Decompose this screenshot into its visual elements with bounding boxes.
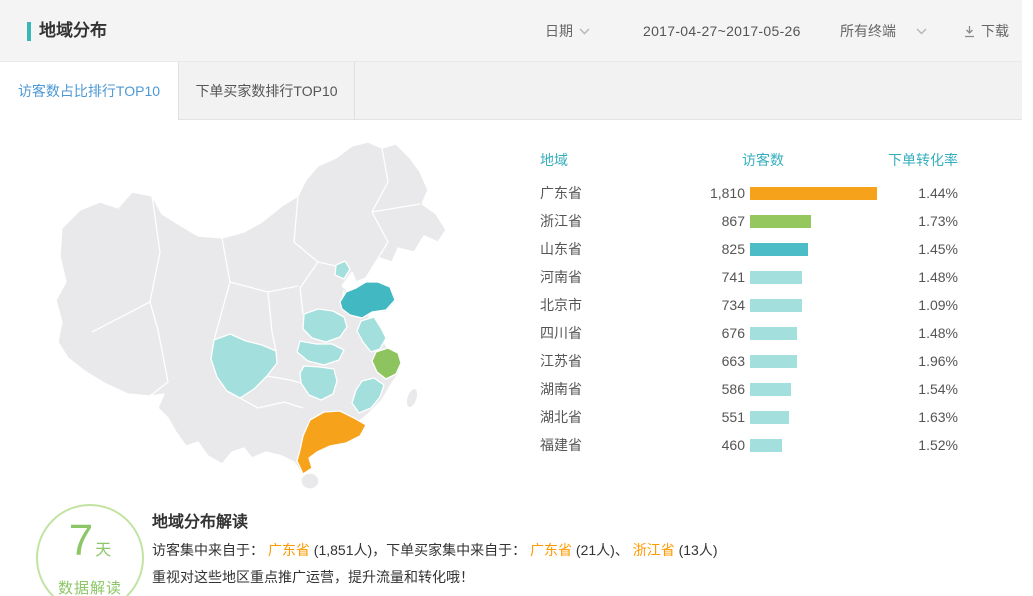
conversion-cell: 1.44% xyxy=(918,185,958,201)
visitors-value-cell: 551 xyxy=(650,409,745,425)
visitors-bar xyxy=(750,187,877,200)
insight-heading: 地域分布解读 xyxy=(152,508,992,532)
visitors-value-cell: 734 xyxy=(650,297,745,313)
insight-badge-unit: 天 xyxy=(95,542,111,559)
visitors-value-cell: 867 xyxy=(650,213,745,229)
visitors-bar xyxy=(750,271,802,284)
conversion-cell: 1.09% xyxy=(918,297,958,313)
title-accent-bar xyxy=(27,22,31,41)
table-header-row: 地域 访客数 下单转化率 xyxy=(530,150,958,172)
visitors-bar xyxy=(750,411,789,424)
visitor-ranking-table: 地域 访客数 下单转化率 广东省 1,810 1.44% 浙江省 867 1.7… xyxy=(530,150,958,459)
table-row: 湖北省 551 1.63% xyxy=(530,403,958,431)
visitors-value-cell: 586 xyxy=(650,381,745,397)
region-name-cell: 山东省 xyxy=(530,239,650,259)
conversion-cell: 1.52% xyxy=(918,437,958,453)
table-row: 湖南省 586 1.54% xyxy=(530,375,958,403)
table-row: 广东省 1,810 1.44% xyxy=(530,179,958,207)
visitors-bar xyxy=(750,299,802,312)
region-name-cell: 浙江省 xyxy=(530,211,650,231)
insight-badge-days: 7天 xyxy=(38,518,142,574)
insight-badge-circle: 7天 数据解读 xyxy=(36,504,144,596)
visitors-value-cell: 663 xyxy=(650,353,745,369)
visitors-bar xyxy=(750,355,797,368)
table-row: 北京市 734 1.09% xyxy=(530,291,958,319)
tabbar: 访客数占比排行TOP10 下单买家数排行TOP10 xyxy=(0,62,1022,120)
map-region-taiwan[interactable] xyxy=(404,387,420,409)
conversion-cell: 1.45% xyxy=(918,241,958,257)
insight-badge-label: 数据解读 xyxy=(38,577,142,596)
conversion-cell: 1.54% xyxy=(918,381,958,397)
insight-region-highlight: 广东省 xyxy=(530,542,572,558)
table-row: 福建省 460 1.52% xyxy=(530,431,958,459)
date-filter-label: 日期 xyxy=(545,21,573,41)
page-title-wrap: 地域分布 xyxy=(27,19,107,43)
table-row: 浙江省 867 1.73% xyxy=(530,207,958,235)
visitors-value-cell: 825 xyxy=(650,241,745,257)
china-map xyxy=(40,128,500,496)
insight-text-part: (21人)、 xyxy=(572,542,633,558)
region-name-cell: 广东省 xyxy=(530,183,650,203)
download-label: 下载 xyxy=(981,21,1009,41)
insight-text-part: (1,851人)，下单买家集中来自于： xyxy=(310,542,530,558)
visitors-bar xyxy=(750,327,797,340)
insight-text-part: (13人) xyxy=(675,542,718,558)
insight-line1: 访客集中来自于： 广东省 (1,851人)，下单买家集中来自于： 广东省 (21… xyxy=(152,541,992,559)
regional-distribution-page: 地域分布 日期 2017-04-27~2017-05-26 所有终端 下载 访客… xyxy=(0,0,1033,596)
region-name-cell: 福建省 xyxy=(530,435,650,455)
visitors-value-cell: 741 xyxy=(650,269,745,285)
terminal-filter-dropdown[interactable]: 所有终端 xyxy=(840,0,927,62)
conversion-cell: 1.48% xyxy=(918,325,958,341)
region-name-cell: 湖南省 xyxy=(530,379,650,399)
insight-line2: 重视对这些地区重点推广运营，提升流量和转化哦！ xyxy=(152,568,992,586)
visitors-bar xyxy=(750,439,782,452)
column-header-region: 地域 xyxy=(540,150,568,170)
table-row: 山东省 825 1.45% xyxy=(530,235,958,263)
table-row: 四川省 676 1.48% xyxy=(530,319,958,347)
tab-visitor-ranking[interactable]: 访客数占比排行TOP10 xyxy=(0,62,178,120)
visitors-value-cell: 460 xyxy=(650,437,745,453)
visitors-value-cell: 676 xyxy=(650,325,745,341)
region-name-cell: 北京市 xyxy=(530,295,650,315)
insight-region-highlight: 浙江省 xyxy=(633,542,675,558)
table-row: 江苏省 663 1.96% xyxy=(530,347,958,375)
column-header-visitors: 访客数 xyxy=(742,150,784,170)
visitors-bar xyxy=(750,383,791,396)
conversion-cell: 1.63% xyxy=(918,409,958,425)
download-button[interactable]: 下载 xyxy=(963,0,1009,62)
table-row: 河南省 741 1.48% xyxy=(530,263,958,291)
chevron-down-icon xyxy=(579,28,590,35)
ranking-rows: 广东省 1,810 1.44% 浙江省 867 1.73% 山东省 825 1.… xyxy=(530,179,958,459)
region-name-cell: 四川省 xyxy=(530,323,650,343)
visitors-value-cell: 1,810 xyxy=(650,185,745,201)
region-name-cell: 江苏省 xyxy=(530,351,650,371)
insight-section: 地域分布解读 访客集中来自于： 广东省 (1,851人)，下单买家集中来自于： … xyxy=(152,508,992,595)
chevron-down-icon xyxy=(916,28,927,35)
conversion-cell: 1.48% xyxy=(918,269,958,285)
tab-buyer-ranking[interactable]: 下单买家数排行TOP10 xyxy=(178,62,355,119)
insight-text-part: 访客集中来自于： xyxy=(152,542,268,558)
download-icon xyxy=(963,25,976,38)
terminal-filter-label: 所有终端 xyxy=(840,21,896,41)
conversion-cell: 1.96% xyxy=(918,353,958,369)
region-name-cell: 湖北省 xyxy=(530,407,650,427)
region-name-cell: 河南省 xyxy=(530,267,650,287)
column-header-conversion: 下单转化率 xyxy=(888,150,958,170)
date-range-value[interactable]: 2017-04-27~2017-05-26 xyxy=(643,0,801,62)
conversion-cell: 1.73% xyxy=(918,213,958,229)
insight-region-highlight: 广东省 xyxy=(268,542,310,558)
page-title: 地域分布 xyxy=(39,19,107,43)
visitors-bar xyxy=(750,243,808,256)
topbar: 地域分布 日期 2017-04-27~2017-05-26 所有终端 下载 xyxy=(0,0,1022,62)
visitors-bar xyxy=(750,215,811,228)
map-region-hainan[interactable] xyxy=(301,473,319,489)
insight-badge-number: 7 xyxy=(69,516,93,565)
date-filter-dropdown[interactable]: 日期 xyxy=(545,0,590,62)
map-region-shandong[interactable] xyxy=(340,282,395,318)
